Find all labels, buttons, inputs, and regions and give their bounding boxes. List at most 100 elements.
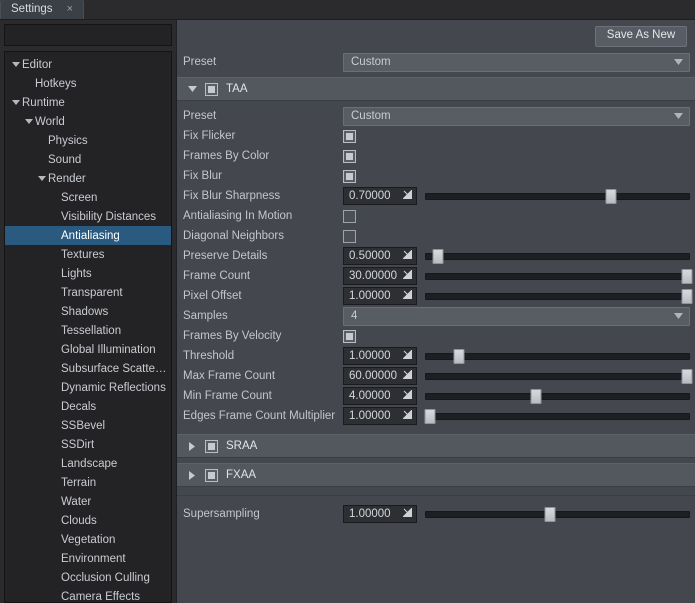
- chevron-right-icon[interactable]: [187, 442, 197, 451]
- drag-handle-icon[interactable]: [403, 508, 412, 520]
- diagonal-neighbors-checkbox[interactable]: [343, 230, 356, 243]
- fix-blur-sharpness-slider[interactable]: [425, 187, 690, 205]
- slider-thumb[interactable]: [682, 369, 693, 384]
- sidebar-item-physics[interactable]: Physics: [5, 131, 171, 150]
- drag-handle-icon[interactable]: [403, 270, 412, 282]
- chevron-down-icon[interactable]: [187, 86, 197, 92]
- root-preset-combobox[interactable]: Custom: [343, 53, 690, 72]
- slider-thumb[interactable]: [531, 389, 542, 404]
- sidebar-item-antialiasing[interactable]: Antialiasing: [5, 226, 171, 245]
- sidebar-filter-input[interactable]: [4, 24, 172, 46]
- fxaa-enable-checkbox[interactable]: [205, 469, 218, 482]
- min-frame-count-slider[interactable]: [425, 387, 690, 405]
- sidebar-item-ssbevel[interactable]: SSBevel: [5, 416, 171, 435]
- preserve-details-slider[interactable]: [425, 247, 690, 265]
- frames-by-velocity-checkbox[interactable]: [343, 330, 356, 343]
- panel-toolbar: Save As New: [177, 20, 695, 52]
- slider-thumb[interactable]: [605, 189, 616, 204]
- sidebar-item-shadows[interactable]: Shadows: [5, 302, 171, 321]
- sidebar-item-render[interactable]: Render: [5, 169, 171, 188]
- sidebar-item-runtime[interactable]: Runtime: [5, 93, 171, 112]
- settings-tree[interactable]: Editor Hotkeys RuntimeWorldPhysicsSoundRen…: [4, 51, 172, 603]
- sidebar-item-label: Visibility Distances: [61, 211, 156, 223]
- sidebar-item-hotkeys[interactable]: Hotkeys: [5, 74, 171, 93]
- frames-by-color-checkbox[interactable]: [343, 150, 356, 163]
- sidebar-item-dynamic-reflections[interactable]: Dynamic Reflections: [5, 378, 171, 397]
- sidebar-item-ssdirt[interactable]: SSDirt: [5, 435, 171, 454]
- supersampling-slider[interactable]: [425, 505, 690, 523]
- edges-frame-count-multiplier-slider[interactable]: [425, 407, 690, 425]
- sidebar-item-vegetation[interactable]: Vegetation: [5, 530, 171, 549]
- sidebar-item-global-illumination[interactable]: Global Illumination: [5, 340, 171, 359]
- close-icon[interactable]: ×: [65, 4, 75, 15]
- sidebar-item-camera-effects[interactable]: Camera Effects: [5, 587, 171, 603]
- fix-flicker-checkbox[interactable]: [343, 130, 356, 143]
- fix-blur-checkbox[interactable]: [343, 170, 356, 183]
- slider-thumb[interactable]: [682, 269, 693, 284]
- sidebar-item-label: Hotkeys: [35, 78, 77, 90]
- sidebar-item-editor[interactable]: Editor: [5, 55, 171, 74]
- slider-thumb[interactable]: [454, 349, 465, 364]
- section-title-fxaa: FXAA: [226, 469, 256, 481]
- sidebar-item-label: Terrain: [61, 477, 96, 489]
- preserve-details-numberfield[interactable]: 0.50000: [343, 247, 417, 265]
- taa-enable-checkbox[interactable]: [205, 83, 218, 96]
- threshold-numberfield[interactable]: 1.00000: [343, 347, 417, 365]
- drag-handle-icon[interactable]: [403, 410, 412, 422]
- sidebar-item-landscape[interactable]: Landscape: [5, 454, 171, 473]
- antialiasing-in-motion-checkbox[interactable]: [343, 210, 356, 223]
- frame-count-numberfield[interactable]: 30.00000: [343, 267, 417, 285]
- taa-preset-combobox[interactable]: Custom: [343, 107, 690, 126]
- sidebar-item-lights[interactable]: Lights: [5, 264, 171, 283]
- chevron-down-icon[interactable]: [9, 100, 22, 105]
- sidebar-item-occlusion-culling[interactable]: Occlusion Culling: [5, 568, 171, 587]
- drag-handle-icon[interactable]: [403, 250, 412, 262]
- min-frame-count-numberfield[interactable]: 4.00000: [343, 387, 417, 405]
- sidebar-item-water[interactable]: Water: [5, 492, 171, 511]
- sidebar-item-decals[interactable]: Decals: [5, 397, 171, 416]
- sidebar-item-subsurface-scattering[interactable]: Subsurface Scattering: [5, 359, 171, 378]
- slider-thumb[interactable]: [433, 249, 444, 264]
- drag-handle-icon[interactable]: [403, 370, 412, 382]
- chevron-down-icon[interactable]: [9, 62, 22, 67]
- threshold-slider[interactable]: [425, 347, 690, 365]
- drag-handle-icon[interactable]: [403, 350, 412, 362]
- samples-combobox[interactable]: 4: [343, 307, 690, 326]
- sidebar-item-screen[interactable]: Screen: [5, 188, 171, 207]
- frame-count-slider[interactable]: [425, 267, 690, 285]
- edges-frame-count-multiplier-numberfield[interactable]: 1.00000: [343, 407, 417, 425]
- slider-thumb[interactable]: [425, 409, 436, 424]
- sidebar-item-clouds[interactable]: Clouds: [5, 511, 171, 530]
- samples-value: 4: [351, 310, 357, 322]
- slider-thumb[interactable]: [544, 507, 555, 522]
- slider-track: [425, 293, 690, 300]
- section-header-taa[interactable]: TAA: [177, 77, 695, 101]
- sidebar-item-visibility-distances[interactable]: Visibility Distances: [5, 207, 171, 226]
- sidebar-item-tessellation[interactable]: Tessellation: [5, 321, 171, 340]
- section-header-sraa[interactable]: SRAA: [177, 434, 695, 458]
- chevron-down-icon[interactable]: [35, 176, 48, 181]
- drag-handle-icon[interactable]: [403, 190, 412, 202]
- sidebar-item-transparent[interactable]: Transparent: [5, 283, 171, 302]
- sidebar-item-environment[interactable]: Environment: [5, 549, 171, 568]
- pixel-offset-slider[interactable]: [425, 287, 690, 305]
- sidebar-item-sound[interactable]: Sound: [5, 150, 171, 169]
- section-header-fxaa[interactable]: FXAA: [177, 463, 695, 487]
- max-frame-count-numberfield[interactable]: 60.00000: [343, 367, 417, 385]
- sidebar-item-world[interactable]: World: [5, 112, 171, 131]
- sidebar-item-textures[interactable]: Textures: [5, 245, 171, 264]
- supersampling-numberfield[interactable]: 1.00000: [343, 505, 417, 523]
- slider-thumb[interactable]: [682, 289, 693, 304]
- drag-handle-icon[interactable]: [403, 390, 412, 402]
- save-as-new-button[interactable]: Save As New: [595, 26, 687, 47]
- chevron-right-icon[interactable]: [187, 471, 197, 480]
- chevron-down-icon[interactable]: [22, 119, 35, 124]
- drag-handle-icon[interactable]: [403, 290, 412, 302]
- sraa-enable-checkbox[interactable]: [205, 440, 218, 453]
- sidebar-item-label: Subsurface Scattering: [61, 363, 167, 375]
- tab-settings[interactable]: Settings ×: [0, 0, 84, 19]
- fix-blur-sharpness-numberfield[interactable]: 0.70000: [343, 187, 417, 205]
- pixel-offset-numberfield[interactable]: 1.00000: [343, 287, 417, 305]
- sidebar-item-terrain[interactable]: Terrain: [5, 473, 171, 492]
- max-frame-count-slider[interactable]: [425, 367, 690, 385]
